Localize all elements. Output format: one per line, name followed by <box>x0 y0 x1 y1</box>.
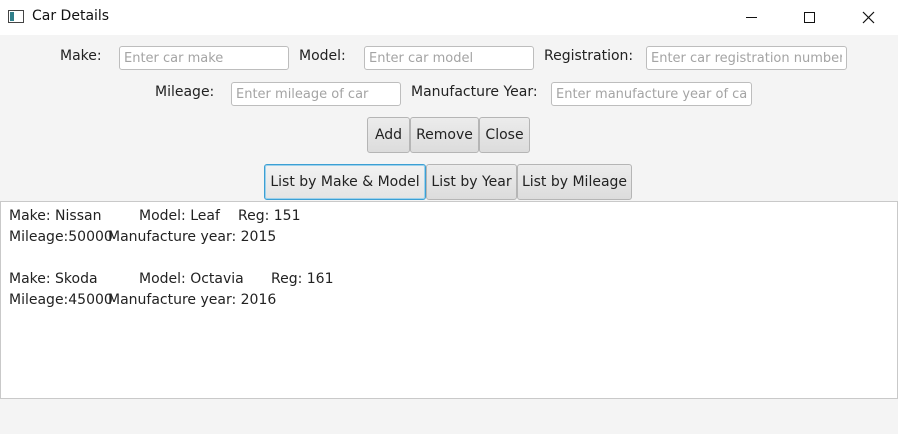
mileage-label: Mileage: <box>155 84 215 100</box>
car-model: Model: Octavia <box>139 271 244 287</box>
minimize-button[interactable] <box>728 0 774 35</box>
car-mileage: Mileage:45000 <box>9 292 113 308</box>
registration-field[interactable] <box>646 46 847 70</box>
list-by-make-model-button[interactable]: List by Make & Model <box>264 164 426 200</box>
manufacture-year-field[interactable] <box>551 82 752 106</box>
close-window-button[interactable] <box>845 0 891 35</box>
title-bar: Car Details <box>0 0 898 35</box>
model-label: Model: <box>299 48 346 64</box>
car-reg: Reg: 161 <box>271 271 334 287</box>
close-icon <box>862 11 874 24</box>
car-model: Model: Leaf <box>139 208 220 224</box>
registration-label: Registration: <box>544 48 634 64</box>
car-year: Manufacture year: 2015 <box>108 229 277 245</box>
window-title: Car Details <box>32 8 110 24</box>
add-button[interactable]: Add <box>367 117 410 153</box>
car-list-output[interactable]: Make: Nissan Model: Leaf Reg: 151 Mileag… <box>0 201 898 399</box>
list-by-year-button[interactable]: List by Year <box>426 164 517 200</box>
make-label: Make: <box>60 48 102 64</box>
car-reg: Reg: 151 <box>238 208 301 224</box>
maximize-button[interactable] <box>786 0 832 35</box>
car-details-window: Car Details Make: Model: Registration: M… <box>0 0 898 434</box>
app-icon <box>8 10 24 23</box>
mileage-field[interactable] <box>231 82 401 106</box>
remove-button[interactable]: Remove <box>410 117 479 153</box>
manufacture-year-label: Manufacture Year: <box>411 84 538 100</box>
car-make: Make: Nissan <box>9 208 102 224</box>
minimize-icon <box>745 17 757 18</box>
car-year: Manufacture year: 2016 <box>108 292 277 308</box>
model-field[interactable] <box>364 46 534 70</box>
list-by-mileage-button[interactable]: List by Mileage <box>517 164 632 200</box>
maximize-icon <box>803 12 815 23</box>
make-field[interactable] <box>119 46 289 70</box>
close-button[interactable]: Close <box>479 117 530 153</box>
car-make: Make: Skoda <box>9 271 98 287</box>
car-mileage: Mileage:50000 <box>9 229 113 245</box>
